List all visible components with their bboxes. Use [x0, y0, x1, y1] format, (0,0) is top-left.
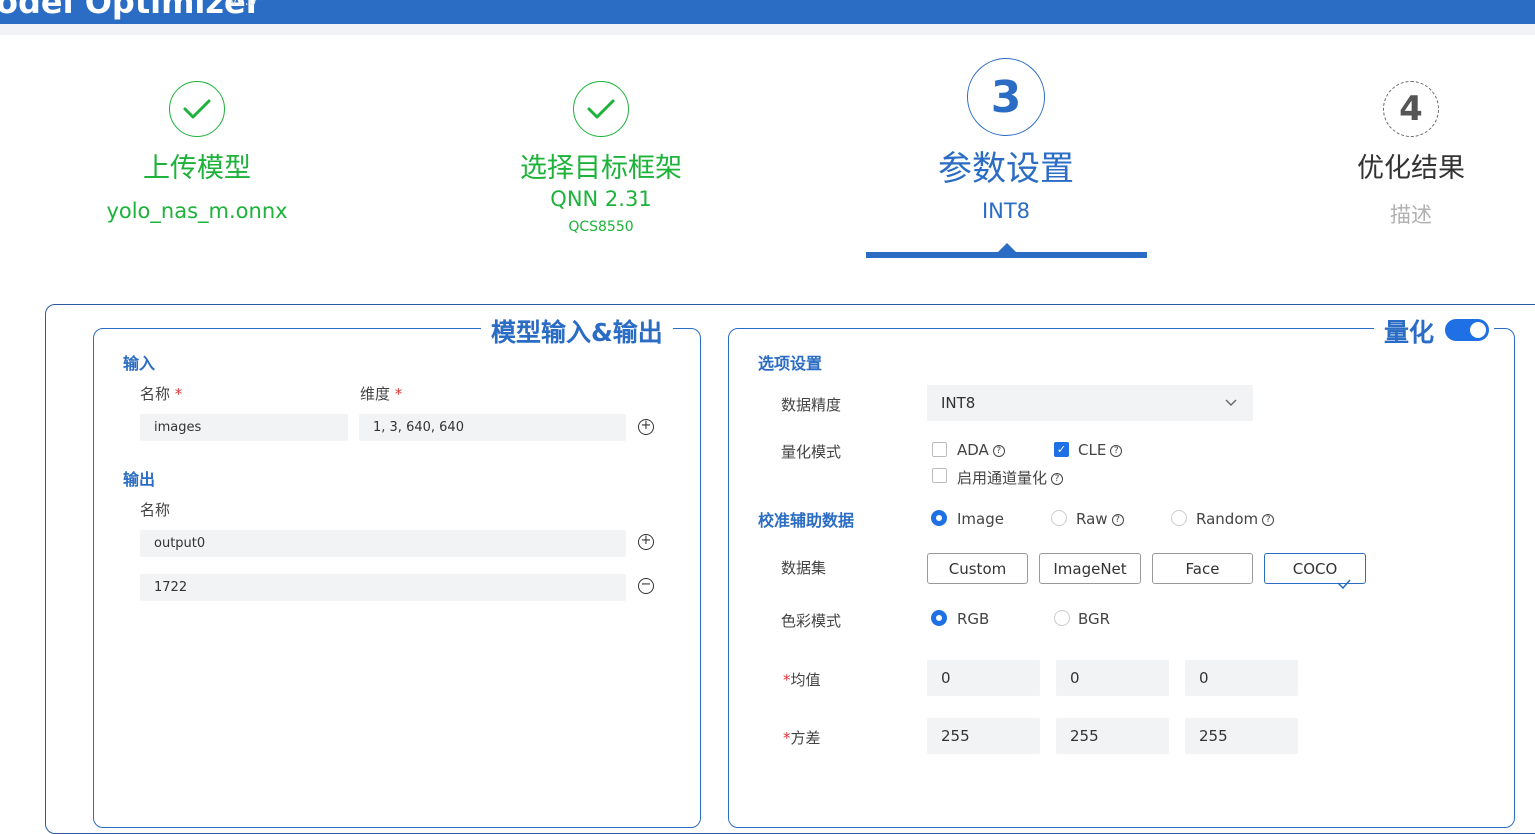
model-io-legend: 模型输入&输出 — [481, 313, 673, 349]
output-name-label: 名称 — [140, 501, 171, 519]
help-icon[interactable]: ? — [1110, 445, 1123, 457]
header-divider — [0, 24, 1535, 35]
channel-quant-label: 启用通道量化? — [957, 467, 1064, 488]
mean-field-g[interactable]: 0 — [1056, 660, 1169, 696]
input-dim-label: 维度 * — [360, 385, 403, 403]
step-title: 参数设置 — [938, 149, 1074, 189]
input-name-label: 名称 * — [140, 385, 183, 403]
app-title: odel Optimizer — [0, 0, 262, 21]
options-section-title: 选项设置 — [758, 354, 823, 373]
input-dims-field[interactable]: 1, 3, 640, 640 — [359, 414, 626, 441]
mean-field-r[interactable]: 0 — [927, 660, 1040, 696]
precision-label: 数据精度 — [781, 396, 842, 414]
help-icon[interactable]: ? — [1262, 514, 1275, 526]
dataset-label: 数据集 — [781, 559, 827, 577]
ada-checkbox[interactable] — [932, 442, 947, 457]
mean-label: *均值 — [783, 671, 821, 689]
check-icon — [169, 81, 225, 137]
app-version: v1.0 — [230, 0, 257, 8]
variance-field-b[interactable]: 255 — [1185, 718, 1298, 754]
image-label: Image — [957, 510, 1004, 528]
quantization-toggle[interactable] — [1445, 319, 1489, 341]
cle-label: CLE? — [1078, 441, 1123, 459]
step-subtitle: QNN 2.31 — [550, 187, 652, 211]
mean-field-b[interactable]: 0 — [1185, 660, 1298, 696]
rgb-radio[interactable] — [931, 610, 947, 626]
calib-section-title: 校准辅助数据 — [758, 511, 855, 530]
step-title: 上传模型 — [143, 153, 251, 184]
active-step-pointer — [998, 243, 1016, 252]
image-radio[interactable] — [931, 510, 947, 526]
step-detail: QCS8550 — [568, 219, 634, 235]
cle-checkbox[interactable]: ✓ — [1054, 442, 1069, 457]
raw-label: Raw? — [1076, 510, 1124, 528]
step-title: 优化结果 — [1357, 153, 1465, 184]
active-step-underline — [866, 252, 1147, 258]
input-name-field[interactable]: images — [140, 414, 348, 441]
variance-label: *方差 — [783, 729, 821, 747]
step-subtitle: INT8 — [981, 199, 1031, 223]
step-subtitle: 描述 — [1390, 203, 1432, 227]
step-subtitle: yolo_nas_m.onnx — [106, 199, 288, 223]
step-number: 4 — [1383, 81, 1439, 137]
selected-check-icon — [1337, 579, 1351, 590]
help-icon[interactable]: ? — [1051, 473, 1064, 485]
dataset-custom-button[interactable]: Custom — [927, 553, 1028, 584]
dataset-imagenet-button[interactable]: ImageNet — [1039, 553, 1141, 584]
quant-mode-label: 量化模式 — [781, 443, 842, 461]
random-label: Random? — [1196, 510, 1275, 528]
output-name-field[interactable]: output0 — [140, 530, 626, 557]
bgr-radio[interactable] — [1054, 610, 1070, 626]
plus-circle-icon[interactable]: + — [638, 419, 654, 435]
plus-circle-icon[interactable]: + — [638, 534, 654, 550]
check-icon — [573, 81, 629, 137]
precision-select[interactable]: INT8 — [927, 385, 1253, 421]
precision-value: INT8 — [941, 394, 976, 412]
help-icon[interactable]: ? — [1111, 514, 1124, 526]
ada-label: ADA? — [957, 441, 1005, 459]
bgr-label: BGR — [1078, 610, 1111, 628]
toggle-knob — [1470, 322, 1486, 338]
variance-field-g[interactable]: 255 — [1056, 718, 1169, 754]
channel-quant-checkbox[interactable] — [932, 468, 947, 483]
raw-radio[interactable] — [1051, 510, 1067, 526]
output-section-title: 输出 — [123, 470, 156, 489]
chevron-down-icon — [1225, 399, 1237, 406]
dataset-face-button[interactable]: Face — [1152, 553, 1253, 584]
color-mode-label: 色彩模式 — [781, 612, 842, 630]
random-radio[interactable] — [1171, 510, 1187, 526]
step-number: 3 — [967, 58, 1045, 136]
app-header: odel Optimizer v1.0 — [0, 0, 1535, 24]
input-section-title: 输入 — [123, 354, 156, 373]
step-title: 选择目标框架 — [520, 153, 682, 184]
minus-circle-icon[interactable]: − — [638, 578, 654, 594]
help-icon[interactable]: ? — [992, 445, 1005, 457]
variance-field-r[interactable]: 255 — [927, 718, 1040, 754]
rgb-label: RGB — [957, 610, 990, 628]
output-name-field[interactable]: 1722 — [140, 574, 626, 601]
